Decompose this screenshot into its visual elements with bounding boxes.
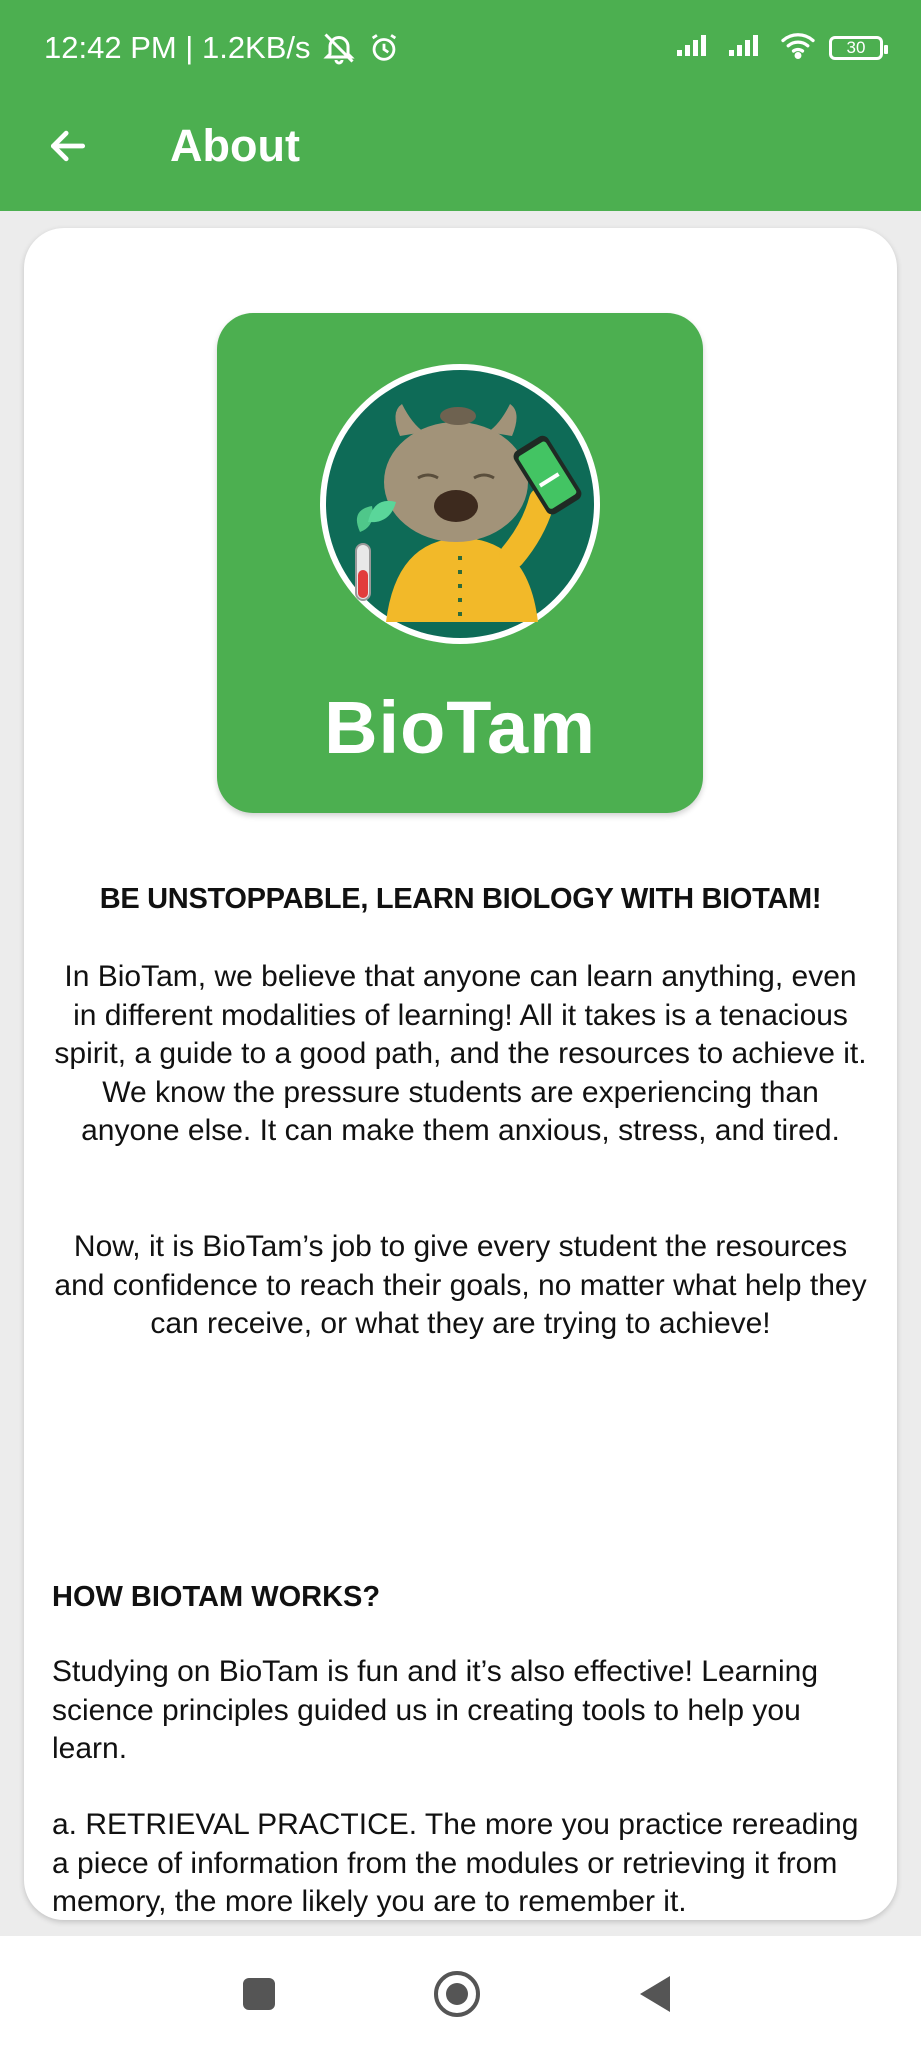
page-title: About bbox=[170, 120, 300, 171]
wifi-icon bbox=[779, 30, 817, 65]
arrow-left-icon bbox=[50, 130, 86, 162]
how-it-works-paragraph: Studying on BioTam is fun and it’s also … bbox=[52, 1655, 819, 1765]
silent-bell-icon bbox=[321, 30, 357, 66]
retrieval-practice-paragraph: a. RETRIEVAL PRACTICE. The more you prac… bbox=[52, 1808, 859, 1918]
status-time: 12:42 PM | 1.2KB/s bbox=[44, 30, 311, 65]
home-button[interactable] bbox=[429, 1966, 485, 2022]
battery-level: 30 bbox=[846, 37, 866, 57]
app-bar: 12:42 PM | 1.2KB/s 30 About bbox=[0, 0, 921, 211]
about-card[interactable]: BioTam BE UNSTOPPABLE, LEARN BIOLOGY WIT… bbox=[24, 228, 897, 1920]
system-nav-bar bbox=[0, 1936, 921, 2048]
slogan-heading: BE UNSTOPPABLE, LEARN BIOLOGY WITH BIOTA… bbox=[99, 883, 822, 915]
signal-icon bbox=[727, 32, 767, 63]
how-it-works-heading: HOW BIOTAM WORKS? bbox=[52, 1581, 381, 1613]
back-triangle-icon bbox=[640, 1976, 670, 2012]
recents-button[interactable] bbox=[231, 1966, 287, 2022]
home-circle-icon bbox=[434, 1971, 480, 2017]
nav-back-button[interactable] bbox=[628, 1966, 684, 2022]
alarm-icon bbox=[367, 31, 401, 65]
about-paragraph-2: Now, it is BioTam’s job to give every st… bbox=[54, 1230, 867, 1340]
app-logo: BioTam bbox=[217, 313, 703, 813]
about-paragraph-1: In BioTam, we believe that anyone can le… bbox=[54, 960, 867, 1147]
back-button[interactable] bbox=[40, 118, 96, 174]
mascot-icon bbox=[320, 364, 600, 644]
recents-square-icon bbox=[243, 1978, 275, 2010]
status-bar: 12:42 PM | 1.2KB/s 30 bbox=[0, 0, 921, 100]
battery-icon: 30 bbox=[829, 35, 888, 60]
signal-icon bbox=[675, 32, 715, 63]
logo-name: BioTam bbox=[324, 686, 596, 769]
